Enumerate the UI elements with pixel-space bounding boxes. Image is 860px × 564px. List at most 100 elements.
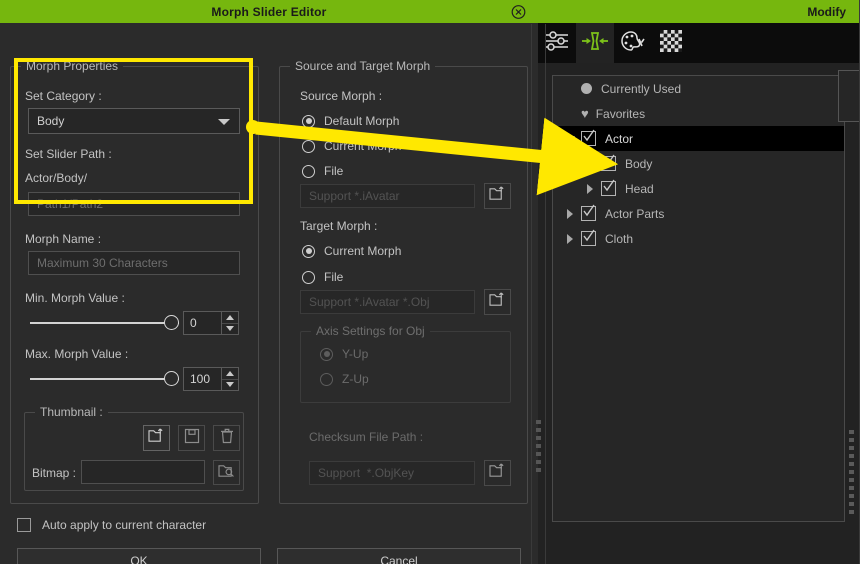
expand-arrow-icon[interactable] xyxy=(559,208,581,219)
min-morph-value-label: Min. Morph Value : xyxy=(25,291,125,305)
caret-up-icon xyxy=(226,314,234,320)
set-slider-path-label: Set Slider Path : xyxy=(25,147,112,161)
dialog-title-bar: Morph Slider Editor xyxy=(0,0,538,23)
checksum-file-path-label: Checksum File Path : xyxy=(309,430,424,444)
cancel-button[interactable]: Cancel xyxy=(277,548,521,564)
tree-item-head[interactable]: Head xyxy=(553,176,844,201)
morph-name-label: Morph Name : xyxy=(25,232,102,246)
tree-item-favorites[interactable]: ♥ Favorites xyxy=(553,101,844,126)
bitmap-browse-button[interactable] xyxy=(213,460,240,485)
min-morph-stepper[interactable]: 0 xyxy=(183,311,239,335)
radio-source-file-label: File xyxy=(324,164,344,178)
radio-axis-z-up-label: Z-Up xyxy=(342,372,369,386)
radio-target-current-morph[interactable]: Current Morph xyxy=(302,244,401,258)
min-morph-increment[interactable] xyxy=(222,312,238,324)
thumbnail-save-button[interactable] xyxy=(178,425,205,451)
folder-load-icon xyxy=(489,292,506,312)
max-morph-slider[interactable] xyxy=(30,371,179,387)
radio-target-current-morph-label: Current Morph xyxy=(324,244,402,258)
tree-checkbox[interactable] xyxy=(581,204,596,221)
splitter-line-left xyxy=(531,24,532,564)
ok-button[interactable]: OK xyxy=(17,548,261,564)
tree-item-cloth[interactable]: Cloth xyxy=(553,226,844,251)
radio-indicator xyxy=(320,372,333,386)
checksum-file-input[interactable] xyxy=(309,461,475,485)
expand-arrow-icon[interactable] xyxy=(579,183,601,194)
thumbnail-load-button[interactable] xyxy=(143,425,170,451)
asset-tree[interactable]: Currently Used ♥ Favorites Actor Body Head Act… xyxy=(552,75,845,522)
min-morph-stepper-buttons[interactable] xyxy=(221,312,238,334)
modify-panel-title: Modify xyxy=(807,4,846,19)
auto-apply-checkbox[interactable] xyxy=(17,518,31,532)
radio-axis-z-up[interactable]: Z-Up xyxy=(320,372,369,386)
radio-target-file[interactable]: File xyxy=(302,270,343,284)
tree-item-actor-parts[interactable]: Actor Parts xyxy=(553,201,844,226)
tree-item-actor[interactable]: Actor xyxy=(553,126,844,151)
target-file-input[interactable] xyxy=(300,290,475,314)
side-panel-resize-grip[interactable] xyxy=(849,430,854,514)
tree-checkbox[interactable] xyxy=(601,154,616,171)
radio-source-file[interactable]: File xyxy=(302,164,343,178)
tab-texture[interactable] xyxy=(652,23,690,63)
splitter-line-right xyxy=(545,24,546,564)
max-morph-increment[interactable] xyxy=(222,368,238,380)
category-dropdown-value: Body xyxy=(37,114,65,128)
source-file-browse-button[interactable] xyxy=(484,183,511,209)
min-morph-value[interactable]: 0 xyxy=(184,312,221,334)
tree-checkbox[interactable] xyxy=(581,229,596,246)
radio-source-default-morph[interactable]: Default Morph xyxy=(302,114,399,128)
max-morph-value[interactable]: 100 xyxy=(184,368,221,390)
tab-morph[interactable] xyxy=(576,23,614,63)
expand-arrow-icon[interactable] xyxy=(559,233,581,244)
auto-apply-checkbox-row[interactable]: Auto apply to current character xyxy=(17,518,206,532)
tab-sliders[interactable] xyxy=(538,23,576,63)
min-morph-slider-handle[interactable] xyxy=(164,315,179,330)
radio-indicator xyxy=(302,164,315,178)
max-morph-stepper-buttons[interactable] xyxy=(221,368,238,390)
dialog-panel-splitter-grip[interactable] xyxy=(536,420,541,472)
slider-path-prefix: Actor/Body/ xyxy=(25,171,88,185)
sliders-icon xyxy=(544,30,570,57)
radio-axis-y-up-label: Y-Up xyxy=(342,347,369,361)
caret-down-icon xyxy=(226,326,234,332)
side-collapsed-panel[interactable] xyxy=(838,70,860,122)
bitmap-input[interactable] xyxy=(81,460,205,484)
target-file-browse-button[interactable] xyxy=(484,289,511,315)
source-target-legend: Source and Target Morph xyxy=(290,59,436,73)
collapse-arrow-icon[interactable] xyxy=(559,135,581,142)
morph-name-input[interactable] xyxy=(28,251,240,275)
radio-indicator xyxy=(320,347,333,361)
max-morph-decrement[interactable] xyxy=(222,380,238,391)
modify-panel-tab-strip xyxy=(538,23,860,63)
radio-axis-y-up[interactable]: Y-Up xyxy=(320,347,368,361)
tree-item-currently-used[interactable]: Currently Used xyxy=(553,76,844,101)
favorites-heart-icon: ♥ xyxy=(581,106,589,121)
modify-panel-title-bar: Modify xyxy=(538,0,860,23)
tree-item-label: Actor xyxy=(605,131,634,146)
checker-texture-icon xyxy=(660,29,682,57)
chevron-down-icon xyxy=(218,119,230,125)
checksum-browse-button[interactable] xyxy=(484,460,511,486)
max-morph-slider-handle[interactable] xyxy=(164,371,179,386)
folder-load-icon xyxy=(148,428,165,448)
tree-item-body[interactable]: Body xyxy=(553,151,844,176)
thumbnail-delete-button[interactable] xyxy=(213,425,240,451)
modify-panel: Modify Currently Used ♥ Favorites Actor … xyxy=(538,0,860,564)
tree-checkbox[interactable] xyxy=(601,179,616,196)
radio-indicator xyxy=(302,270,315,284)
screen-root: Modify Currently Used ♥ Favorites Actor … xyxy=(0,0,860,564)
caret-down-icon xyxy=(226,382,234,388)
min-morph-slider[interactable] xyxy=(30,315,179,331)
radio-source-current-morph[interactable]: Current Morph xyxy=(302,139,401,153)
category-dropdown[interactable]: Body xyxy=(28,108,240,134)
max-morph-stepper[interactable]: 100 xyxy=(183,367,239,391)
slider-path-input[interactable] xyxy=(28,192,240,216)
tree-checkbox[interactable] xyxy=(581,129,596,146)
close-circle-icon[interactable] xyxy=(511,4,526,19)
currently-used-dot-icon xyxy=(581,83,592,94)
expand-arrow-icon[interactable] xyxy=(579,158,601,169)
tab-material[interactable] xyxy=(614,23,652,63)
dialog-body: Morph Properties Set Category : Body Set… xyxy=(0,23,538,564)
min-morph-decrement[interactable] xyxy=(222,324,238,335)
source-file-input[interactable] xyxy=(300,184,475,208)
